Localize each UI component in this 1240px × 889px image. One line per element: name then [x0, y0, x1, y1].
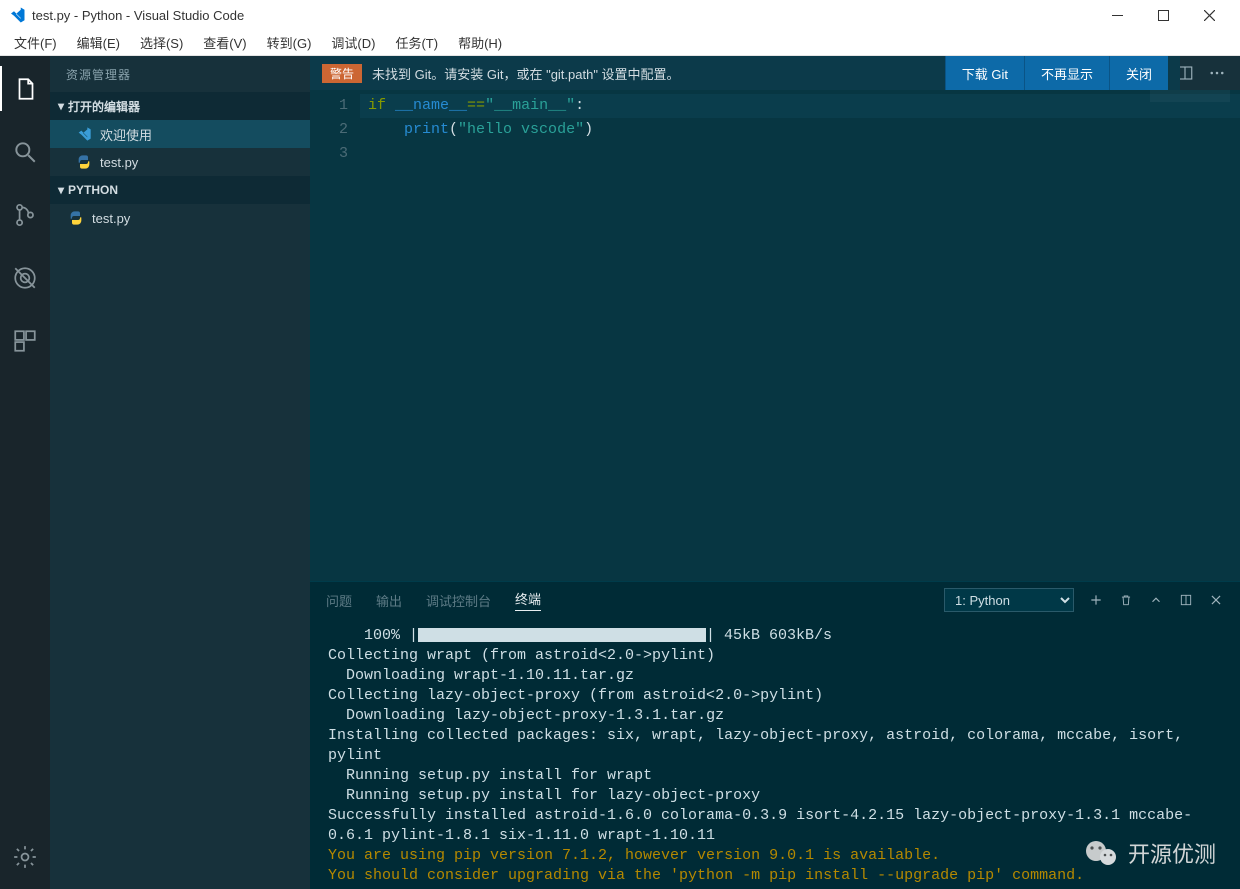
open-editor-label: 欢迎使用 [100, 125, 152, 144]
panel-tab-problems[interactable]: 问题 [326, 591, 352, 610]
open-editors-header[interactable]: ▾ 打开的编辑器 [50, 92, 310, 120]
more-icon[interactable] [1208, 64, 1226, 82]
panel-maximize-icon[interactable] [1178, 592, 1194, 608]
notification-bar: 警告 未找到 Git。请安装 Git，或在 "git.path" 设置中配置。 … [310, 56, 1240, 90]
menu-edit[interactable]: 编辑(E) [69, 31, 128, 54]
folder-item-label: test.py [92, 211, 130, 226]
menu-help[interactable]: 帮助(H) [450, 31, 510, 54]
panel-up-icon[interactable] [1148, 592, 1164, 608]
watermark: 开源优测 [1082, 833, 1216, 873]
activity-extensions[interactable] [0, 318, 50, 363]
window-close-button[interactable] [1186, 0, 1232, 30]
notification-message: 未找到 Git。请安装 Git，或在 "git.path" 设置中配置。 [372, 64, 680, 83]
folder-item-testpy[interactable]: test.py [50, 204, 310, 232]
window-title: test.py - Python - Visual Studio Code [32, 8, 1094, 23]
kill-terminal-icon[interactable] [1118, 592, 1134, 608]
sidebar-title: 资源管理器 [50, 56, 310, 92]
python-file-icon [68, 210, 84, 226]
line-gutter: 123 [310, 90, 360, 581]
activity-scm[interactable] [0, 192, 50, 237]
menu-debug[interactable]: 调试(D) [323, 31, 383, 54]
watermark-text: 开源优测 [1128, 837, 1216, 869]
code-editor[interactable]: 123 if __name__=="__main__": print("hell… [310, 90, 1240, 581]
menu-file[interactable]: 文件(F) [6, 31, 65, 54]
panel-tab-terminal[interactable]: 终端 [515, 589, 541, 611]
open-editor-testpy[interactable]: test.py [50, 148, 310, 176]
terminal-selector[interactable]: 1: Python [944, 588, 1074, 612]
open-editor-welcome[interactable]: 欢迎使用 [50, 120, 310, 148]
activity-debug[interactable] [0, 255, 50, 300]
minimap[interactable] [1150, 90, 1230, 102]
activity-settings[interactable] [0, 834, 50, 879]
code-content[interactable]: if __name__=="__main__": print("hello vs… [360, 90, 1240, 581]
activity-bar [0, 56, 50, 889]
new-terminal-icon[interactable] [1088, 592, 1104, 608]
panel-tabs: 问题 输出 调试控制台 终端 1: Python [310, 582, 1240, 618]
menu-tasks[interactable]: 任务(T) [387, 31, 446, 54]
warning-badge: 警告 [322, 64, 362, 83]
activity-search[interactable] [0, 129, 50, 174]
menu-select[interactable]: 选择(S) [132, 31, 191, 54]
close-notification-button[interactable]: 关闭 [1109, 56, 1168, 90]
panel-tab-output[interactable]: 输出 [376, 591, 402, 610]
chevron-down-icon: ▾ [58, 99, 64, 113]
activity-explorer[interactable] [0, 66, 50, 111]
menu-view[interactable]: 查看(V) [195, 31, 254, 54]
folder-header[interactable]: ▾ PYTHON [50, 176, 310, 204]
vscode-file-icon [76, 126, 92, 142]
window-minimize-button[interactable] [1094, 0, 1140, 30]
vscode-logo-icon [8, 6, 26, 24]
download-git-button[interactable]: 下载 Git [945, 56, 1024, 90]
open-editors-label: 打开的编辑器 [68, 98, 140, 115]
never-show-button[interactable]: 不再显示 [1024, 56, 1109, 90]
folder-label: PYTHON [68, 183, 118, 197]
panel-tab-debug-console[interactable]: 调试控制台 [426, 591, 491, 610]
panel-close-icon[interactable] [1208, 592, 1224, 608]
open-editor-label: test.py [100, 155, 138, 170]
menu-bar: 文件(F) 编辑(E) 选择(S) 查看(V) 转到(G) 调试(D) 任务(T… [0, 30, 1240, 56]
chevron-down-icon: ▾ [58, 183, 64, 197]
menu-goto[interactable]: 转到(G) [259, 31, 320, 54]
title-bar: test.py - Python - Visual Studio Code [0, 0, 1240, 30]
python-file-icon [76, 154, 92, 170]
wechat-icon [1082, 833, 1122, 873]
window-maximize-button[interactable] [1140, 0, 1186, 30]
sidebar-explorer: 资源管理器 ▾ 打开的编辑器 欢迎使用 test.py ▾ PYTHON tes… [50, 56, 310, 889]
